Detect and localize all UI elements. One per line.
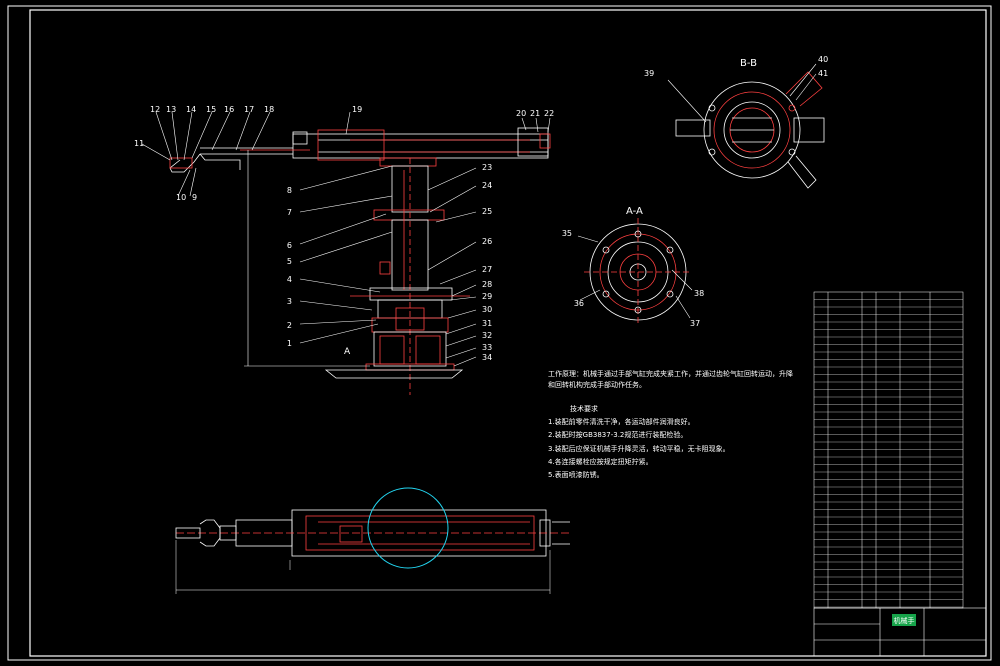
balloon-23: 23 [482,163,492,172]
balloon-3: 3 [287,297,292,306]
balloon-10: 10 [176,193,186,202]
parts-list [813,291,964,609]
balloon-39: 39 [644,69,654,78]
balloon-26: 26 [482,237,492,246]
balloons-right: 23 24 25 26 27 28 29 30 31 32 33 34 [482,163,492,362]
balloon-20: 20 [516,109,526,118]
plan-view [175,487,570,594]
balloon-25: 25 [482,207,492,216]
tech-req-4: 4.各连接螺栓应按规定扭矩拧紧。 [548,458,653,466]
balloon-40: 40 [818,55,828,64]
balloon-33: 33 [482,343,492,352]
balloon-34: 34 [482,353,492,362]
tech-req-3: 3.装配后应保证机械手升降灵活，转动平稳，无卡阻现象。 [548,445,730,453]
cad-drawing: 1 2 3 4 5 6 7 8 23 24 25 26 27 28 29 30 … [7,5,992,661]
parts-list-rows [814,299,963,608]
tech-req-2: 2.装配时按GB3837-3.2规范进行装配检验。 [548,431,688,439]
balloons-bb: 39 40 41 [644,55,828,78]
balloons-left: 1 2 3 4 5 6 7 8 [287,186,292,348]
balloon-41: 41 [818,69,828,78]
balloon-17: 17 [244,105,254,114]
balloon-18: 18 [264,105,274,114]
balloon-35: 35 [562,229,572,238]
balloon-38: 38 [694,289,704,298]
balloon-30: 30 [482,305,492,314]
balloon-2: 2 [287,321,292,330]
balloon-7: 7 [287,208,292,217]
balloon-14: 14 [186,105,196,114]
section-a-a-title: A-A [626,206,643,217]
tech-req-5: 5.表面喷漆防锈。 [548,471,604,479]
cad-drawing-sheet: 1 2 3 4 5 6 7 8 23 24 25 26 27 28 29 30 … [0,0,1000,666]
balloon-12: 12 [150,105,160,114]
section-a-a-view [577,218,693,326]
section-b-b-title: B-B [740,58,757,69]
balloon-15: 15 [206,105,216,114]
balloon-11: 11 [134,139,144,148]
tech-requirements-title: 技术要求 [570,405,598,413]
title-stamp-text: 机械手 [894,616,915,625]
balloon-27: 27 [482,265,492,274]
balloon-37: 37 [690,319,700,328]
balloon-1: 1 [287,339,292,348]
balloon-8: 8 [287,186,292,195]
balloon-6: 6 [287,241,292,250]
work-principle-line-2: 和回转机构完成手部动作任务。 [548,381,646,389]
balloon-16: 16 [224,105,234,114]
balloon-5: 5 [287,257,292,266]
balloon-22: 22 [544,109,554,118]
balloon-36: 36 [574,299,584,308]
balloon-13: 13 [166,105,176,114]
balloon-32: 32 [482,331,492,340]
section-ref-a: A [344,347,351,357]
balloon-31: 31 [482,319,492,328]
balloon-4: 4 [287,275,292,284]
balloon-28: 28 [482,280,492,289]
balloon-19: 19 [352,105,362,114]
work-principle-line-1: 工作原理：机械手通过手部气缸完成夹紧工作，并通过齿轮气缸回转运动，升降 [548,370,793,378]
section-b-b-view [667,63,825,189]
main-elevation-view [169,127,551,395]
balloon-24: 24 [482,181,492,190]
balloon-29: 29 [482,292,492,301]
balloon-9: 9 [192,193,197,202]
balloon-21: 21 [530,109,540,118]
tech-req-1: 1.装配前零件清洗干净，各运动部件润滑良好。 [548,418,695,426]
